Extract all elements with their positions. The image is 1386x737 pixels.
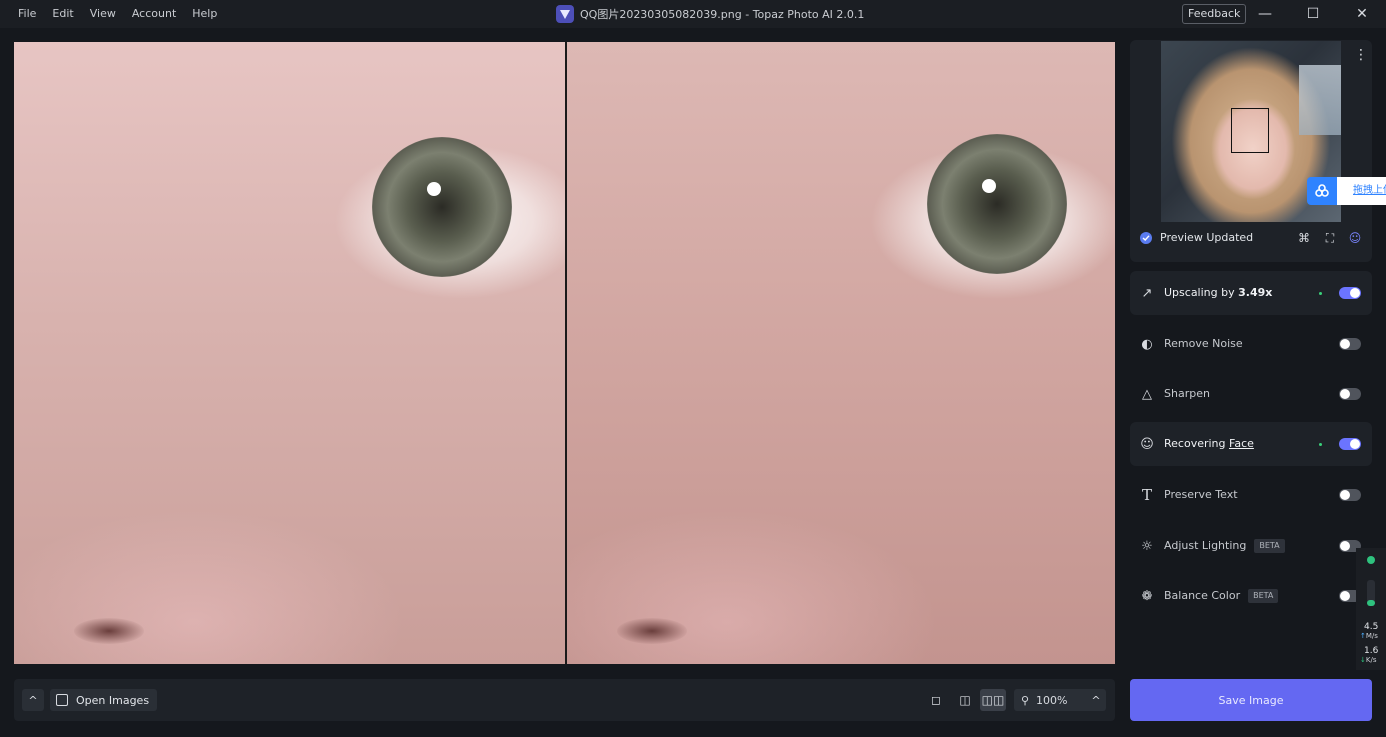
menu-account[interactable]: Account [124,0,184,28]
tool-sharpen-label: Sharpen [1164,387,1210,400]
processed-image-pane[interactable] [567,42,1115,664]
face-detect-icon[interactable]: ☺ [1348,231,1362,245]
window-title-text: QQ图片20230305082039.png - Topaz Photo AI … [580,8,865,21]
feedback-button[interactable]: Feedback [1182,4,1247,24]
processed-nostril [617,618,687,644]
zoom-icon: ⚲ [1020,693,1030,707]
more-options-icon[interactable]: ⋮ [1354,48,1368,62]
download-speed-unit: ↓K/s [1360,656,1377,664]
close-icon[interactable]: ✕ [1339,0,1385,28]
status-dot [1319,443,1322,446]
chevron-up-icon[interactable]: ^ [1086,694,1106,707]
toggle-remove-noise[interactable] [1339,338,1361,350]
crop-icon[interactable]: ⌘ [1297,231,1311,245]
color-circles-icon: ❁ [1141,588,1153,604]
network-speed-widget: 4.5 ↑M/s 1.6 ↓K/s [1356,548,1386,670]
image-icon [56,694,68,706]
image-viewer[interactable] [14,42,1115,664]
tool-preserve-text-label: Preserve Text [1164,488,1238,501]
expand-filmstrip-button[interactable]: ^ [22,689,44,711]
sun-icon: ☼ [1141,538,1153,554]
upload-speed-value: 4.5 [1364,622,1379,632]
chevron-up-icon: ^ [28,693,38,707]
upload-speed-unit: ↑M/s [1360,632,1378,640]
download-speed-value: 1.6 [1364,646,1379,656]
toggle-recovering-face[interactable] [1339,438,1361,450]
tool-sharpen[interactable]: △ Sharpen [1130,372,1372,416]
tool-recovering-face-label: Recovering Face [1164,437,1254,450]
app-logo-icon [556,5,574,23]
menu-file[interactable]: File [10,0,44,28]
tool-remove-noise-label: Remove Noise [1164,337,1243,350]
tool-upscaling-label: Upscaling by 3.49x [1164,286,1273,299]
speed-bar [1367,580,1375,606]
navigator-card: ⋮ Preview Updated ⌘ ⛶ ☺ [1130,40,1372,262]
tool-upscaling[interactable]: ↗ Upscaling by 3.49x [1130,271,1372,315]
zoom-level: 100% [1036,693,1068,707]
tool-balance-color[interactable]: ❁ Balance Color BETA [1130,574,1372,618]
toggle-upscaling[interactable] [1339,287,1361,299]
bottom-toolbar: ^ Open Images ◻ ◫ ◫◫ ⚲ 100% ^ [14,679,1115,721]
original-nostril [74,618,144,644]
open-images-button[interactable]: Open Images [50,689,158,711]
beta-badge: BETA [1248,589,1279,603]
menu-edit[interactable]: Edit [44,0,81,28]
fullscreen-icon[interactable]: ⛶ [1323,231,1337,245]
tool-preserve-text[interactable]: T Preserve Text [1130,473,1372,517]
menu-bar: File Edit View Account Help [0,0,225,28]
tool-adjust-lighting[interactable]: ☼ Adjust Lighting BETA [1130,524,1372,568]
tool-recovering-face[interactable]: ☺ Recovering Face [1130,422,1372,466]
toggle-preserve-text[interactable] [1339,489,1361,501]
thumbnail-background-sign [1299,65,1341,135]
single-view-button[interactable]: ◻ [923,689,949,711]
beta-badge: BETA [1254,539,1285,553]
tool-balance-color-label: Balance Color BETA [1164,589,1279,603]
preview-status: Preview Updated [1160,231,1254,244]
minimize-icon[interactable]: — [1242,0,1288,28]
side-by-side-icon: ◫◫ [981,693,1005,707]
open-images-label: Open Images [76,693,150,707]
side-by-side-view-button[interactable]: ◫◫ [980,689,1006,711]
save-image-label: Save Image [1218,693,1284,707]
zoom-control[interactable]: ⚲ 100% ^ [1014,689,1106,711]
split-view-icon: ◫ [959,693,971,707]
check-circle-icon [1140,232,1152,244]
tool-remove-noise[interactable]: ◐ Remove Noise [1130,322,1372,366]
toggle-sharpen[interactable] [1339,388,1361,400]
window-title: QQ图片20230305082039.png - Topaz Photo AI … [556,0,864,28]
cloud-icon [1307,177,1337,205]
title-bar: File Edit View Account Help QQ图片20230305… [0,0,1386,28]
triangle-icon: △ [1142,386,1152,402]
save-image-button[interactable]: Save Image [1130,679,1372,721]
maximize-icon[interactable]: ☐ [1290,0,1336,28]
status-dot [1367,556,1375,564]
tool-adjust-lighting-label: Adjust Lighting BETA [1164,539,1285,553]
original-eye [372,137,512,277]
menu-view[interactable]: View [82,0,124,28]
original-image-pane[interactable] [14,42,565,664]
face-icon: ☺ [1140,436,1154,452]
upscale-arrow-icon: ↗ [1141,285,1153,301]
menu-help[interactable]: Help [184,0,225,28]
split-view-button[interactable]: ◫ [952,689,978,711]
baidu-upload-badge[interactable]: 拖拽上传 [1307,177,1386,205]
preview-status-row: Preview Updated ⌘ ⛶ ☺ [1130,226,1372,250]
single-view-icon: ◻ [931,693,941,707]
baidu-upload-label: 拖拽上传 [1337,177,1386,205]
navigator-selection-box[interactable] [1231,108,1269,153]
processed-eye [927,134,1067,274]
noise-icon: ◐ [1141,336,1153,352]
text-t-icon: T [1141,486,1152,504]
status-dot [1319,292,1322,295]
